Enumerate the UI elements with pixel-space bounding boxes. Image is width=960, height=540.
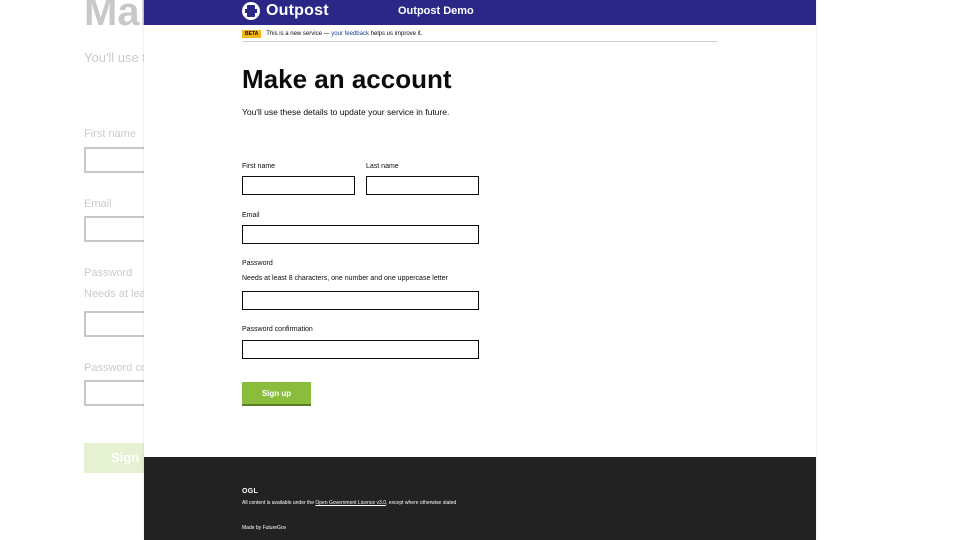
background-password-hint: Needs at lea <box>84 288 146 300</box>
password-label: Password <box>242 260 273 267</box>
background-email-label: Email <box>84 198 112 210</box>
phase-text-before: This is a new service — <box>266 31 330 37</box>
sign-up-button[interactable]: Sign up <box>242 382 311 404</box>
last-name-label: Last name <box>366 163 399 170</box>
last-name-field[interactable] <box>366 176 479 195</box>
password-field[interactable] <box>242 291 479 310</box>
service-name-link[interactable]: Outpost Demo <box>398 5 474 17</box>
page-intro: You'll use these details to update your … <box>242 107 450 117</box>
phase-divider <box>242 41 718 42</box>
password-confirmation-field[interactable] <box>242 340 479 359</box>
background-intro: You'll use t <box>84 50 146 65</box>
licence-text: All content is available under the Open … <box>242 500 456 506</box>
logo-link[interactable]: Outpost <box>242 2 329 20</box>
first-name-field[interactable] <box>242 176 355 195</box>
made-by-text: Made by FutureGov <box>242 525 287 531</box>
background-first-name-label: First name <box>84 128 136 140</box>
beta-tag: BETA <box>242 30 262 38</box>
first-name-label: First name <box>242 163 276 170</box>
licence-link[interactable]: Open Government Licence v3.0 <box>315 500 386 506</box>
phase-text-after: helps us improve it. <box>370 31 423 37</box>
page-title: Make an account <box>242 64 452 94</box>
outpost-logo-icon <box>242 2 260 20</box>
licence-text-after: , except where otherwise stated <box>386 500 457 506</box>
background-password-confirm-label: Password co <box>84 362 147 374</box>
background-password-label: Password <box>84 267 133 279</box>
feedback-link[interactable]: your feedback <box>331 31 369 37</box>
licence-text-before: All content is available under the <box>242 500 314 506</box>
site-footer: OGL All content is available under the O… <box>144 457 816 540</box>
email-label: Email <box>242 212 260 219</box>
password-confirmation-label: Password confirmation <box>242 326 313 333</box>
site-header: Outpost Outpost Demo <box>144 0 816 25</box>
password-hint: Needs at least 8 characters, one number … <box>242 275 448 282</box>
ogl-logo: OGL <box>242 488 259 495</box>
page-frame: Outpost Outpost Demo BETA This is a new … <box>144 0 816 540</box>
email-field[interactable] <box>242 225 479 244</box>
logo-text: Outpost <box>266 2 329 19</box>
phase-banner: BETA This is a new service — your feedba… <box>242 30 422 38</box>
